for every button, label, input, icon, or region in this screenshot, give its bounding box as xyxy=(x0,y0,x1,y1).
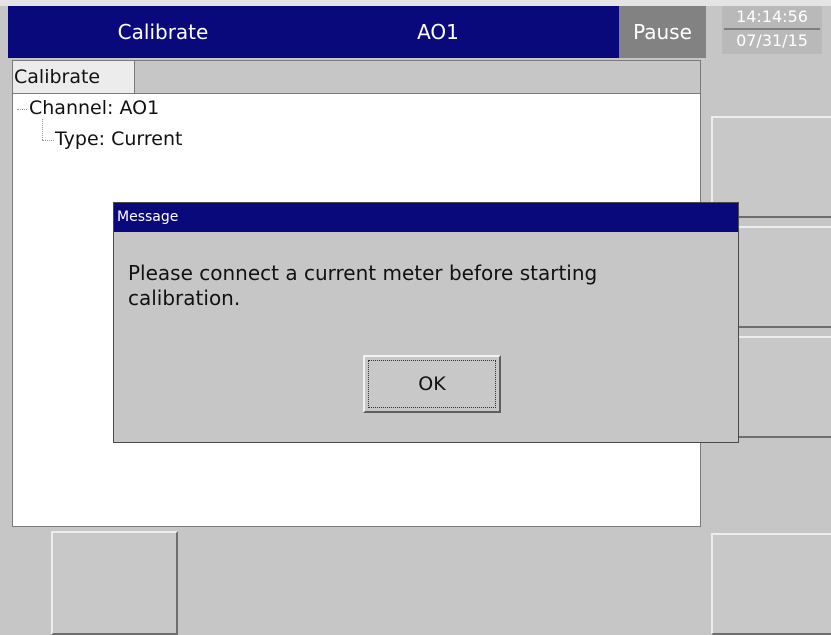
tree-connector xyxy=(42,119,43,140)
pause-button[interactable]: Pause xyxy=(619,6,706,58)
dialog-title: Message xyxy=(114,203,738,232)
clock-time: 14:14:56 xyxy=(736,7,808,26)
clock-date: 07/31/15 xyxy=(736,31,808,50)
tree-node-type[interactable]: Type: Current xyxy=(55,128,182,150)
screen-title: Calibrate xyxy=(117,20,209,44)
ok-button[interactable]: OK xyxy=(363,355,501,413)
bottom-button-1[interactable] xyxy=(51,531,178,635)
tab-bar: Calibrate xyxy=(12,60,701,94)
tree-connector xyxy=(17,109,27,110)
tree-node-channel[interactable]: Channel: AO1 xyxy=(29,97,159,119)
channel-title: AO1 xyxy=(417,20,459,44)
header-bar: Calibrate AO1 xyxy=(8,6,706,58)
tab-calibrate[interactable]: Calibrate xyxy=(13,61,135,93)
side-button-4[interactable] xyxy=(711,533,831,635)
dialog-message: Please connect a current meter before st… xyxy=(128,261,598,310)
ok-button-label: OK xyxy=(368,360,496,408)
message-dialog: Message Please connect a current meter b… xyxy=(113,202,739,443)
clock-display: 14:14:56 07/31/15 xyxy=(722,6,822,54)
tree-connector xyxy=(42,140,54,141)
